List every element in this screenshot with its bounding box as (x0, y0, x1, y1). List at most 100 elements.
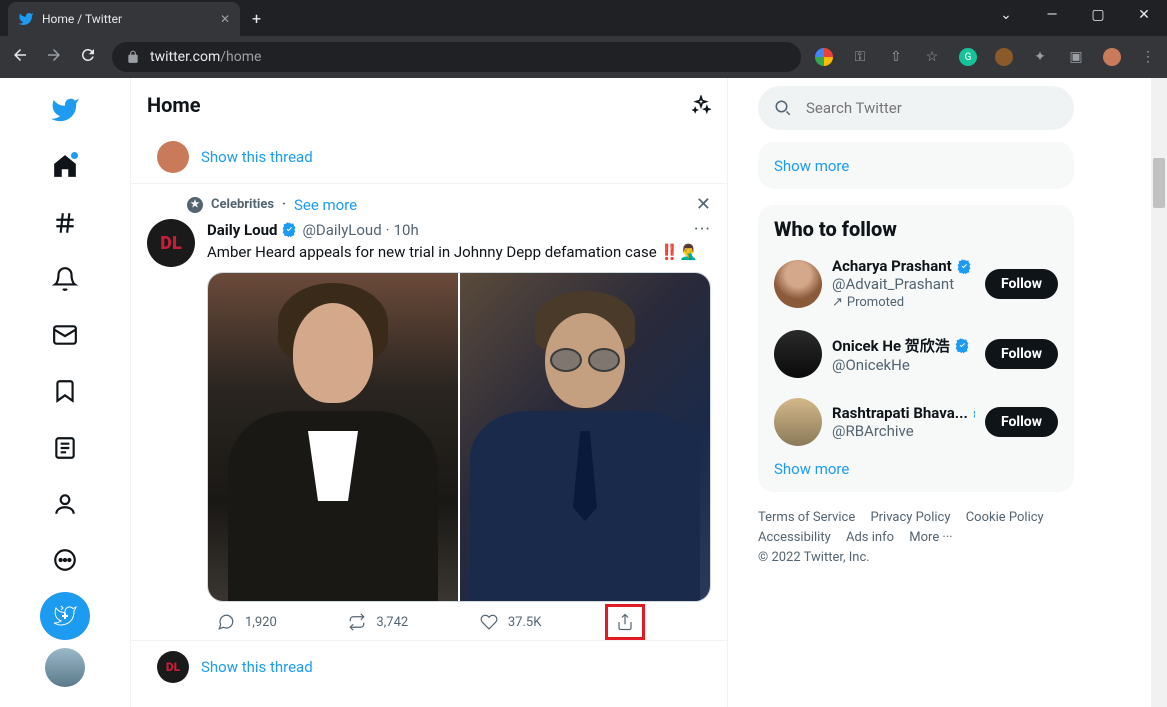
footer-copyright: © 2022 Twitter, Inc. (758, 548, 870, 568)
follow-name: Onicek He 贺欣浩 (832, 335, 950, 356)
close-window-button[interactable]: ✕ (1121, 0, 1167, 30)
wtf-show-more[interactable]: Show more (758, 456, 1074, 478)
thread-prompt-row[interactable]: Show this thread (131, 131, 727, 184)
topic-see-more[interactable]: See more (294, 196, 357, 214)
promoted-label: ↗Promoted (832, 295, 975, 310)
tweet[interactable]: ★ Celebrities · See more ✕ DL Daily Loud… (131, 184, 727, 641)
like-button[interactable]: 37.5K (480, 610, 542, 634)
footer-accessibility[interactable]: Accessibility (758, 528, 831, 548)
topic-dismiss-icon[interactable]: ✕ (696, 194, 711, 215)
key-icon[interactable]: ⚿ (851, 48, 869, 66)
new-tab-button[interactable]: + (252, 9, 261, 28)
forward-button[interactable] (44, 46, 64, 68)
cookie-icon[interactable] (995, 48, 1013, 66)
footer-terms[interactable]: Terms of Service (758, 508, 855, 528)
back-button[interactable] (10, 46, 30, 68)
trends-show-more[interactable]: Show more (774, 157, 849, 175)
trends-box: Show more (758, 142, 1074, 189)
follow-handle: @OnicekHe (832, 356, 975, 374)
tab-title: Home / Twitter (42, 12, 122, 26)
search-icon (774, 99, 792, 117)
footer-ads[interactable]: Ads info (846, 528, 894, 548)
nav-messages[interactable] (40, 311, 90, 359)
share-icon[interactable]: ⇧ (887, 48, 905, 66)
follow-handle: @RBArchive (832, 422, 975, 440)
grammarly-icon[interactable]: G (959, 48, 977, 66)
reply-count: 1,920 (245, 615, 277, 630)
tweet-time[interactable]: 10h (394, 221, 419, 239)
who-to-follow-box: Who to follow Acharya Prashant @Advait_P… (758, 205, 1074, 492)
follow-button[interactable]: Follow (985, 269, 1058, 299)
follow-suggestion[interactable]: Rashtrapati Bhava... @RBArchive Follow (758, 388, 1074, 456)
tweet-avatar[interactable]: DL (147, 219, 195, 267)
footer-cookies[interactable]: Cookie Policy (966, 508, 1044, 528)
browser-chrome: ⌄ — ▢ ✕ Home / Twitter ✕ + twitter.com/h… (0, 0, 1167, 78)
twitter-logo-icon[interactable] (40, 86, 90, 134)
topic-label: Celebrities (211, 197, 274, 212)
timeline-header: Home (131, 78, 727, 131)
compose-button[interactable] (40, 592, 90, 640)
verified-icon (972, 405, 975, 422)
browser-tab[interactable]: Home / Twitter ✕ (8, 2, 240, 36)
tweet-media[interactable] (207, 272, 711, 602)
follow-button[interactable]: Follow (985, 339, 1058, 369)
minimize-button[interactable]: — (1029, 0, 1075, 30)
topic-row: ★ Celebrities · See more ✕ (187, 194, 711, 215)
nav-lists[interactable] (40, 423, 90, 471)
nav-more[interactable] (40, 536, 90, 584)
nav-explore[interactable] (40, 198, 90, 246)
follow-button[interactable]: Follow (985, 407, 1058, 437)
show-thread-link[interactable]: Show this thread (201, 148, 313, 166)
sidebar (0, 78, 130, 707)
nav-notifications[interactable] (40, 255, 90, 303)
show-thread-link-2[interactable]: Show this thread (201, 658, 313, 676)
follow-suggestion[interactable]: Onicek He 贺欣浩 @OnicekHe Follow (758, 320, 1074, 388)
scrollbar-thumb[interactable] (1153, 158, 1165, 208)
top-tweets-icon[interactable] (691, 95, 711, 115)
search-input[interactable] (806, 99, 1058, 117)
tweet-handle[interactable]: @DailyLoud (302, 221, 381, 239)
retweet-button[interactable]: 3,742 (348, 610, 408, 634)
nav-bookmarks[interactable] (40, 367, 90, 415)
nav-profile[interactable] (40, 480, 90, 528)
page-title: Home (147, 93, 201, 117)
url-host: twitter.com (150, 49, 220, 65)
google-icon[interactable] (815, 48, 833, 66)
profile-avatar-icon[interactable] (1103, 48, 1121, 66)
verified-icon (956, 258, 973, 275)
search-box[interactable] (758, 86, 1074, 130)
follow-suggestion[interactable]: Acharya Prashant @Advait_Prashant ↗Promo… (758, 247, 1074, 320)
share-button[interactable] (605, 604, 645, 640)
media-image-1 (208, 273, 458, 601)
sidepanel-icon[interactable]: ▣ (1067, 48, 1085, 66)
toolbar: twitter.com/home ⚿ ⇧ ☆ G ✦ ▣ ⋮ (0, 36, 1167, 78)
footer-more[interactable]: More ··· (909, 528, 952, 548)
media-image-2 (460, 273, 710, 601)
thread-prompt-row-2[interactable]: DL Show this thread (131, 641, 727, 693)
topic-separator: · (282, 197, 286, 212)
right-sidebar: Show more Who to follow Acharya Prashant… (728, 78, 1098, 707)
account-avatar[interactable] (45, 648, 85, 687)
menu-icon[interactable]: ⋮ (1139, 48, 1157, 66)
maximize-button[interactable]: ▢ (1075, 0, 1121, 30)
address-bar[interactable]: twitter.com/home (112, 42, 801, 72)
topic-icon: ★ (187, 197, 203, 213)
verified-icon (281, 221, 298, 238)
tweet-more-icon[interactable]: ··· (694, 219, 711, 240)
star-icon[interactable]: ☆ (923, 48, 941, 66)
footer: Terms of Service Privacy Policy Cookie P… (758, 508, 1074, 568)
reply-button[interactable]: 1,920 (217, 610, 277, 634)
extensions-icon[interactable]: ✦ (1031, 48, 1049, 66)
reload-button[interactable] (78, 46, 98, 68)
thread-avatar-2: DL (157, 651, 189, 683)
tab-close-icon[interactable]: ✕ (220, 12, 230, 26)
scrollbar[interactable] (1151, 78, 1167, 707)
extension-icons: ⚿ ⇧ ☆ G ✦ ▣ ⋮ (815, 48, 1157, 66)
verified-icon (954, 337, 971, 354)
tweet-author[interactable]: Daily Loud (207, 221, 277, 239)
caret-down-icon[interactable]: ⌄ (983, 0, 1029, 30)
footer-privacy[interactable]: Privacy Policy (870, 508, 950, 528)
follow-name: Rashtrapati Bhava... (832, 404, 968, 422)
tweet-text: Amber Heard appeals for new trial in Joh… (207, 242, 711, 262)
nav-home[interactable] (40, 142, 90, 190)
